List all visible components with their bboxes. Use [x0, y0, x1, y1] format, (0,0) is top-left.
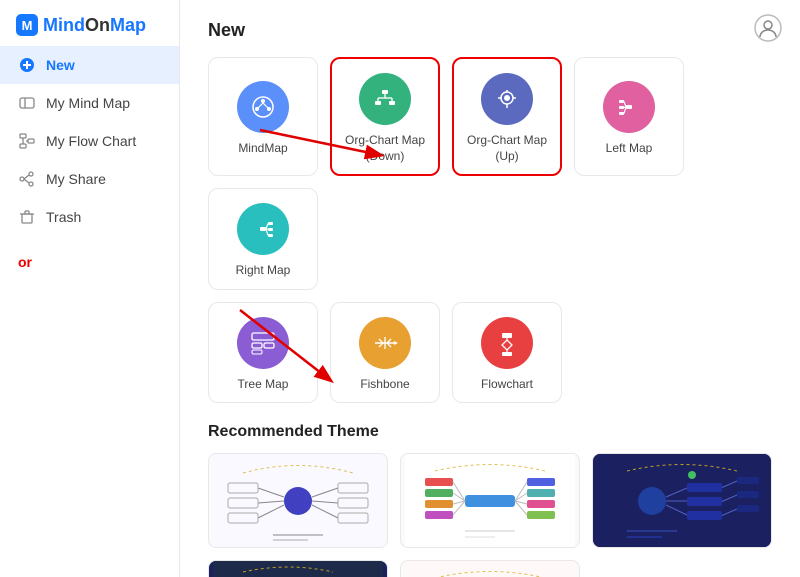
theme-preview-3 — [593, 453, 771, 548]
sidebar-item-label-new: New — [46, 57, 75, 73]
tree-map-tile-icon — [237, 317, 289, 369]
theme-preview-5 — [401, 560, 579, 577]
org-chart-up-tile-label: Org-Chart Map (Up) — [462, 133, 552, 164]
theme-preview-2 — [401, 453, 579, 548]
new-icon — [18, 56, 36, 74]
fishbone-tile-label: Fishbone — [360, 377, 409, 393]
flowchart-tile-icon — [481, 317, 533, 369]
theme-grid — [208, 453, 772, 577]
flowchart-tile-label: Flowchart — [481, 377, 533, 393]
theme-preview-1 — [209, 453, 387, 548]
left-map-tile-icon — [603, 81, 655, 133]
tile-org-chart-down[interactable]: Org-Chart Map(Down) — [330, 57, 440, 176]
tile-tree-map[interactable]: Tree Map — [208, 302, 318, 404]
tile-mindmap[interactable]: MindMap — [208, 57, 318, 176]
tile-org-chart-up[interactable]: Org-Chart Map (Up) — [452, 57, 562, 176]
sidebar-item-my-flow-chart[interactable]: My Flow Chart — [0, 122, 179, 160]
mind-map-icon — [18, 94, 36, 112]
theme-card-4[interactable] — [208, 560, 388, 577]
org-chart-up-tile-icon — [481, 73, 533, 125]
theme-card-2[interactable] — [400, 453, 580, 548]
tile-fishbone[interactable]: Fishbone — [330, 302, 440, 404]
theme-preview-4 — [209, 560, 387, 577]
tile-left-map[interactable]: Left Map — [574, 57, 684, 176]
sidebar-item-label-trash: Trash — [46, 209, 81, 225]
recommended-theme-title: Recommended Theme — [208, 423, 772, 441]
sidebar-item-my-mind-map[interactable]: My Mind Map — [0, 84, 179, 122]
sidebar-item-new[interactable]: New — [0, 46, 179, 84]
sidebar-item-label-mindmap: My Mind Map — [46, 95, 130, 111]
tree-map-tile-label: Tree Map — [238, 377, 289, 393]
logo-area: M MindOnMap — [0, 0, 179, 46]
sidebar-item-my-share[interactable]: My Share — [0, 160, 179, 198]
right-map-tile-icon — [237, 203, 289, 255]
theme-card-3[interactable] — [592, 453, 772, 548]
sidebar: M MindOnMap New My Mind Map My Flow Char… — [0, 0, 180, 577]
mindmap-tile-label: MindMap — [238, 141, 287, 157]
sidebar-item-label-share: My Share — [46, 171, 106, 187]
fishbone-tile-icon — [359, 317, 411, 369]
right-map-tile-label: Right Map — [236, 263, 291, 279]
left-map-tile-label: Left Map — [606, 141, 653, 157]
content-wrapper: New MindMap Org-Chart Map(Down) — [180, 0, 800, 577]
logo-text: MindOnMap — [43, 15, 146, 36]
tiles-row-1: MindMap Org-Chart Map(Down) Org-Chart Ma… — [208, 57, 772, 290]
sidebar-item-label-flowchart: My Flow Chart — [46, 133, 136, 149]
theme-card-1[interactable] — [208, 453, 388, 548]
or-label: or — [0, 246, 179, 278]
org-chart-down-tile-label: Org-Chart Map(Down) — [345, 133, 425, 164]
mindmap-tile-icon — [237, 81, 289, 133]
org-chart-down-tile-icon — [359, 73, 411, 125]
trash-icon — [18, 208, 36, 226]
tile-flowchart[interactable]: Flowchart — [452, 302, 562, 404]
main-content: New MindMap Org-Chart Map(Down) — [180, 0, 800, 577]
tiles-row-2: Tree Map Fishbone Flowchart — [208, 302, 772, 404]
new-section-title: New — [208, 20, 772, 41]
flow-chart-icon — [18, 132, 36, 150]
tile-right-map[interactable]: Right Map — [208, 188, 318, 290]
sidebar-item-trash[interactable]: Trash — [0, 198, 179, 236]
theme-card-5[interactable] — [400, 560, 580, 577]
logo-icon: M — [16, 14, 38, 36]
share-icon — [18, 170, 36, 188]
